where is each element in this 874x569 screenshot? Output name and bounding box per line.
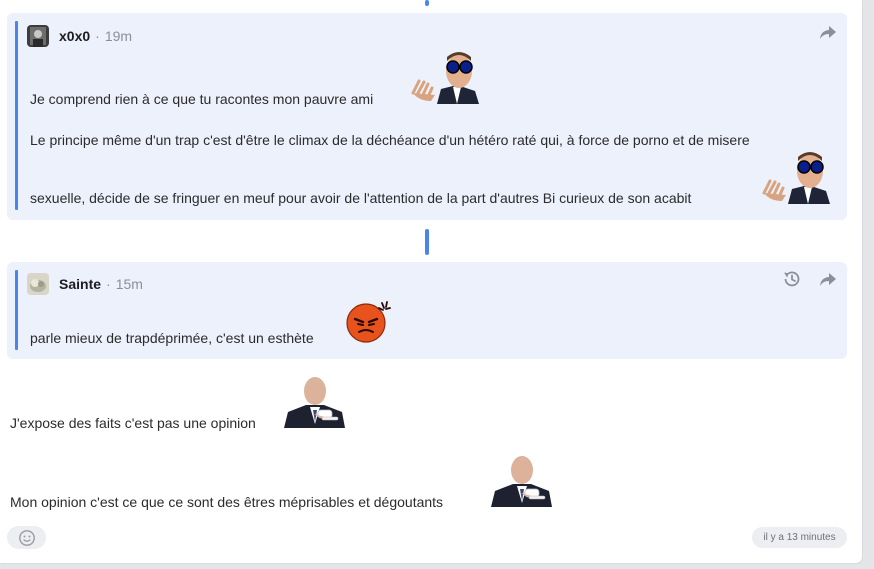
thread-connector-top: [425, 0, 429, 6]
quoted-message-sainte[interactable]: Sainte · 15m parle mieux de trapdéprimée…: [7, 262, 847, 359]
message-text-line: J'expose des faits c'est pas une opinion: [10, 415, 256, 431]
quote-header: x0x0 · 19m: [27, 25, 132, 47]
avatar[interactable]: [27, 25, 49, 47]
share-arrow-icon[interactable]: [817, 21, 839, 43]
add-reaction-button[interactable]: [7, 526, 46, 549]
username[interactable]: Sainte: [59, 276, 101, 292]
quote-text-line: parle mieux de trapdéprimée, c'est un es…: [30, 330, 314, 346]
sticker-sunglasses-man: [760, 151, 830, 209]
smiley-add-icon: [18, 529, 35, 546]
quote-text-line: Je comprend rien à ce que tu racontes mo…: [30, 91, 374, 107]
message-text-line: Mon opinion c'est ce que ce sont des êtr…: [10, 494, 444, 510]
sticker-angry-face: [346, 299, 392, 348]
share-arrow-icon[interactable]: [817, 268, 839, 290]
sticker-sunglasses-man: [409, 51, 479, 109]
quote-bar: [15, 21, 18, 210]
separator: ·: [106, 276, 111, 292]
timestamp: 19m: [104, 28, 133, 44]
quote-text-line: sexuelle, décide de se fringuer en meuf …: [30, 190, 692, 206]
separator: ·: [95, 28, 100, 44]
history-icon[interactable]: [781, 268, 803, 290]
sticker-man-with-teacup: [491, 453, 552, 512]
message-card: x0x0 · 19m Je comprend rien à ce que tu …: [0, 0, 862, 563]
username[interactable]: x0x0: [59, 28, 90, 44]
timestamp: 15m: [115, 276, 143, 292]
message-timestamp: il y a 13 minutes: [752, 527, 847, 548]
quoted-message-x0x0[interactable]: x0x0 · 19m Je comprend rien à ce que tu …: [7, 13, 847, 220]
thread-connector-middle: [425, 229, 429, 255]
quote-text-line: Le principe même d'un trap c'est d'être …: [30, 132, 750, 148]
quote-header: Sainte · 15m: [27, 273, 143, 295]
sticker-man-with-teacup: [284, 374, 345, 433]
avatar[interactable]: [27, 273, 49, 295]
quote-bar: [15, 270, 18, 350]
